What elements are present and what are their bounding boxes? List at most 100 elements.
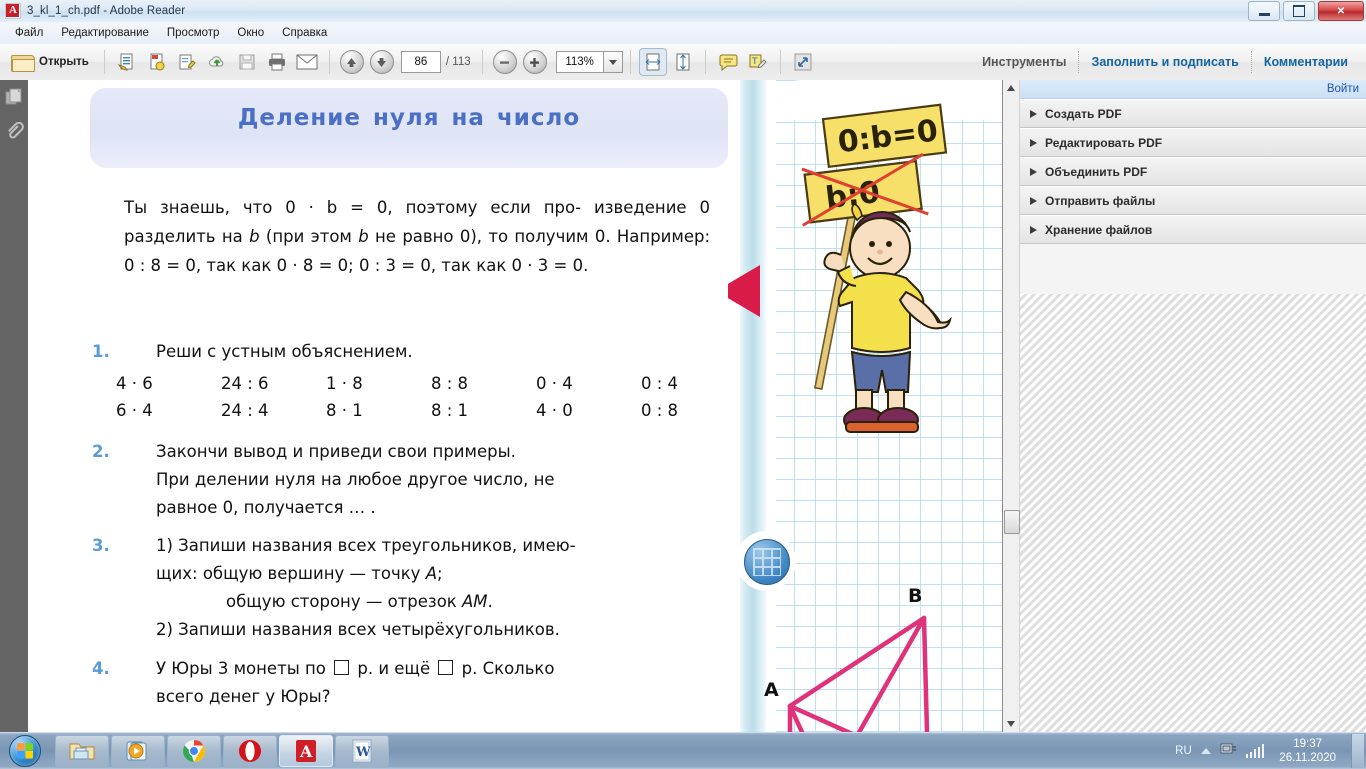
minimize-button[interactable] [1248,1,1280,21]
maximize-button[interactable] [1283,1,1315,21]
zoom-in-icon[interactable] [522,49,548,75]
task-4-line-2: всего денег у Юры? [156,687,331,706]
task-1: 1. Реши с устным объяснением. 4 · 6 24 :… [92,338,732,424]
intro-line2c: не [368,227,396,246]
email-icon[interactable] [294,49,320,75]
task-1-row-1: 4 · 6 24 : 6 1 · 8 8 : 8 0 · 4 0 : 4 [116,370,746,397]
intro-line2b: (при этом [259,227,359,246]
toolbar-separator [103,50,105,74]
expr-1-3: 1 · 8 [326,374,363,393]
intro-formula-2: 0 : 8 = 0 [124,256,196,275]
document-viewport[interactable]: Деление нуля на число Ты знаешь, что 0 · b … [28,80,1002,732]
tools-panel-empty-area [1020,294,1366,732]
menu-bar: Файл Редактирование Просмотр Окно Справк… [0,22,1366,45]
scroll-up-arrow-icon[interactable] [1003,80,1019,96]
intro-paragraph: Ты знаешь, что 0 · b = 0, поэтому если п… [124,193,710,280]
tools-task-button[interactable]: Инструменты [970,44,1078,80]
svg-text:A: A [299,742,313,761]
scrollbar-thumb[interactable] [1004,510,1020,534]
menu-help[interactable]: Справка [273,25,336,41]
expr-1-5: 0 · 4 [536,374,573,393]
read-mode-icon[interactable] [790,49,816,75]
sticky-note-icon[interactable] [715,49,741,75]
intro-line4d: . [583,256,589,275]
zoom-out-icon[interactable] [492,49,518,75]
desktop-root: A 3_kl_1_ch.pdf - Adobe Reader ✕ Файл Ре… [0,0,1366,769]
task-3-number: 3. [92,536,110,555]
vertex-label-a: A [764,679,779,701]
task-4-number: 4. [92,659,110,678]
intro-var-b1: b [249,227,260,246]
clock-time: 19:37 [1293,738,1323,750]
system-tray: RU 19:37 26.11.2020 [1175,733,1366,769]
pdf-page: Деление нуля на число Ты знаешь, что 0 · b … [28,80,1002,732]
fit-width-icon[interactable] [638,48,667,76]
network-plug-icon[interactable] [1220,741,1237,762]
adobe-reader-icon[interactable]: A [279,735,333,767]
upload-cloud-icon[interactable] [204,49,230,75]
task-1-number: 1. [92,342,110,361]
intro-formula-4: 0 : 3 = 0 [358,256,431,275]
intro-formula-1: 0 · b = 0 [285,198,388,217]
page-number-input[interactable]: 86 [400,51,441,73]
page-thumbnails-icon[interactable] [0,80,28,114]
fit-page-icon[interactable] [670,49,696,75]
window-title: 3_kl_1_ch.pdf - Adobe Reader [27,5,186,17]
window-title-bar: A 3_kl_1_ch.pdf - Adobe Reader ✕ [0,0,1366,23]
next-page-icon[interactable] [369,49,395,75]
fill-and-sign-task-button[interactable]: Заполнить и подписать [1079,44,1250,80]
comments-task-button[interactable]: Комментарии [1252,44,1360,80]
media-player-icon[interactable] [111,735,165,767]
expr-1-4: 8 : 8 [431,374,469,393]
attachments-icon[interactable] [0,114,28,148]
file-explorer-icon[interactable] [55,735,109,767]
previous-page-icon[interactable] [339,49,365,75]
chevron-right-icon [1030,167,1037,176]
menu-edit[interactable]: Редактирование [52,25,158,41]
clock[interactable]: 19:37 26.11.2020 [1273,737,1342,765]
show-hidden-icons-icon[interactable] [1200,748,1211,754]
opera-icon[interactable] [223,735,277,767]
scroll-down-arrow-icon[interactable] [1003,716,1019,732]
boy-with-sign-illustration: 0:b=0 b:0 [801,103,952,433]
create-pdf-accordion[interactable]: Создать PDF [1020,99,1366,128]
zoom-level-combobox[interactable]: 113% [555,51,623,73]
close-button[interactable]: ✕ [1318,1,1364,21]
intro-line4c: , так как [430,256,512,275]
menu-window[interactable]: Окно [228,25,273,41]
folder-icon [11,53,35,72]
open-button[interactable]: Открыть [6,51,97,73]
intro-line4a: так как [206,256,277,275]
save-as-icon[interactable] [114,49,140,75]
highlight-text-icon[interactable]: T [745,49,771,75]
send-files-accordion[interactable]: Отправить файлы [1020,186,1366,215]
sign-in-link[interactable]: Войти [1327,83,1359,95]
menu-view[interactable]: Просмотр [158,25,229,41]
toolbar-task-buttons: Инструменты Заполнить и подписать Коммен… [970,44,1366,80]
task-2: 2. Закончи вывод и приведи свои примеры.… [92,438,732,522]
edit-pdf-icon[interactable] [174,49,200,75]
document-scrollbar[interactable] [1003,80,1020,732]
main-toolbar: Открыть 86 / 113 113% T Инструменты Запо… [0,44,1366,81]
task-2-line-1: Закончи вывод и приведи свои примеры. [156,442,516,461]
intro-formula-5: 0 · 3 = 0 [511,256,584,275]
intro-line1a: Ты знаешь, что [124,198,286,217]
store-files-accordion[interactable]: Хранение файлов [1020,215,1366,244]
toolbar-separator [779,50,781,74]
google-chrome-icon[interactable] [167,735,221,767]
edit-pdf-accordion[interactable]: Редактировать PDF [1020,128,1366,157]
signal-strength-icon[interactable] [1245,744,1265,758]
show-desktop-button[interactable] [1351,734,1364,768]
combine-pdf-accordion[interactable]: Объединить PDF [1020,157,1366,186]
windows-taskbar: A W RU 19:37 26.11.2020 [0,732,1366,769]
language-indicator[interactable]: RU [1175,745,1192,757]
save-floppy-icon[interactable] [234,49,260,75]
chevron-right-icon [1030,225,1037,234]
print-icon[interactable] [264,49,290,75]
microsoft-word-icon[interactable]: W [335,735,389,767]
start-button[interactable] [2,735,48,767]
menu-file[interactable]: Файл [6,25,52,41]
create-pdf-icon[interactable] [144,49,170,75]
svg-text:W: W [355,745,371,760]
chevron-down-icon[interactable] [602,51,623,73]
